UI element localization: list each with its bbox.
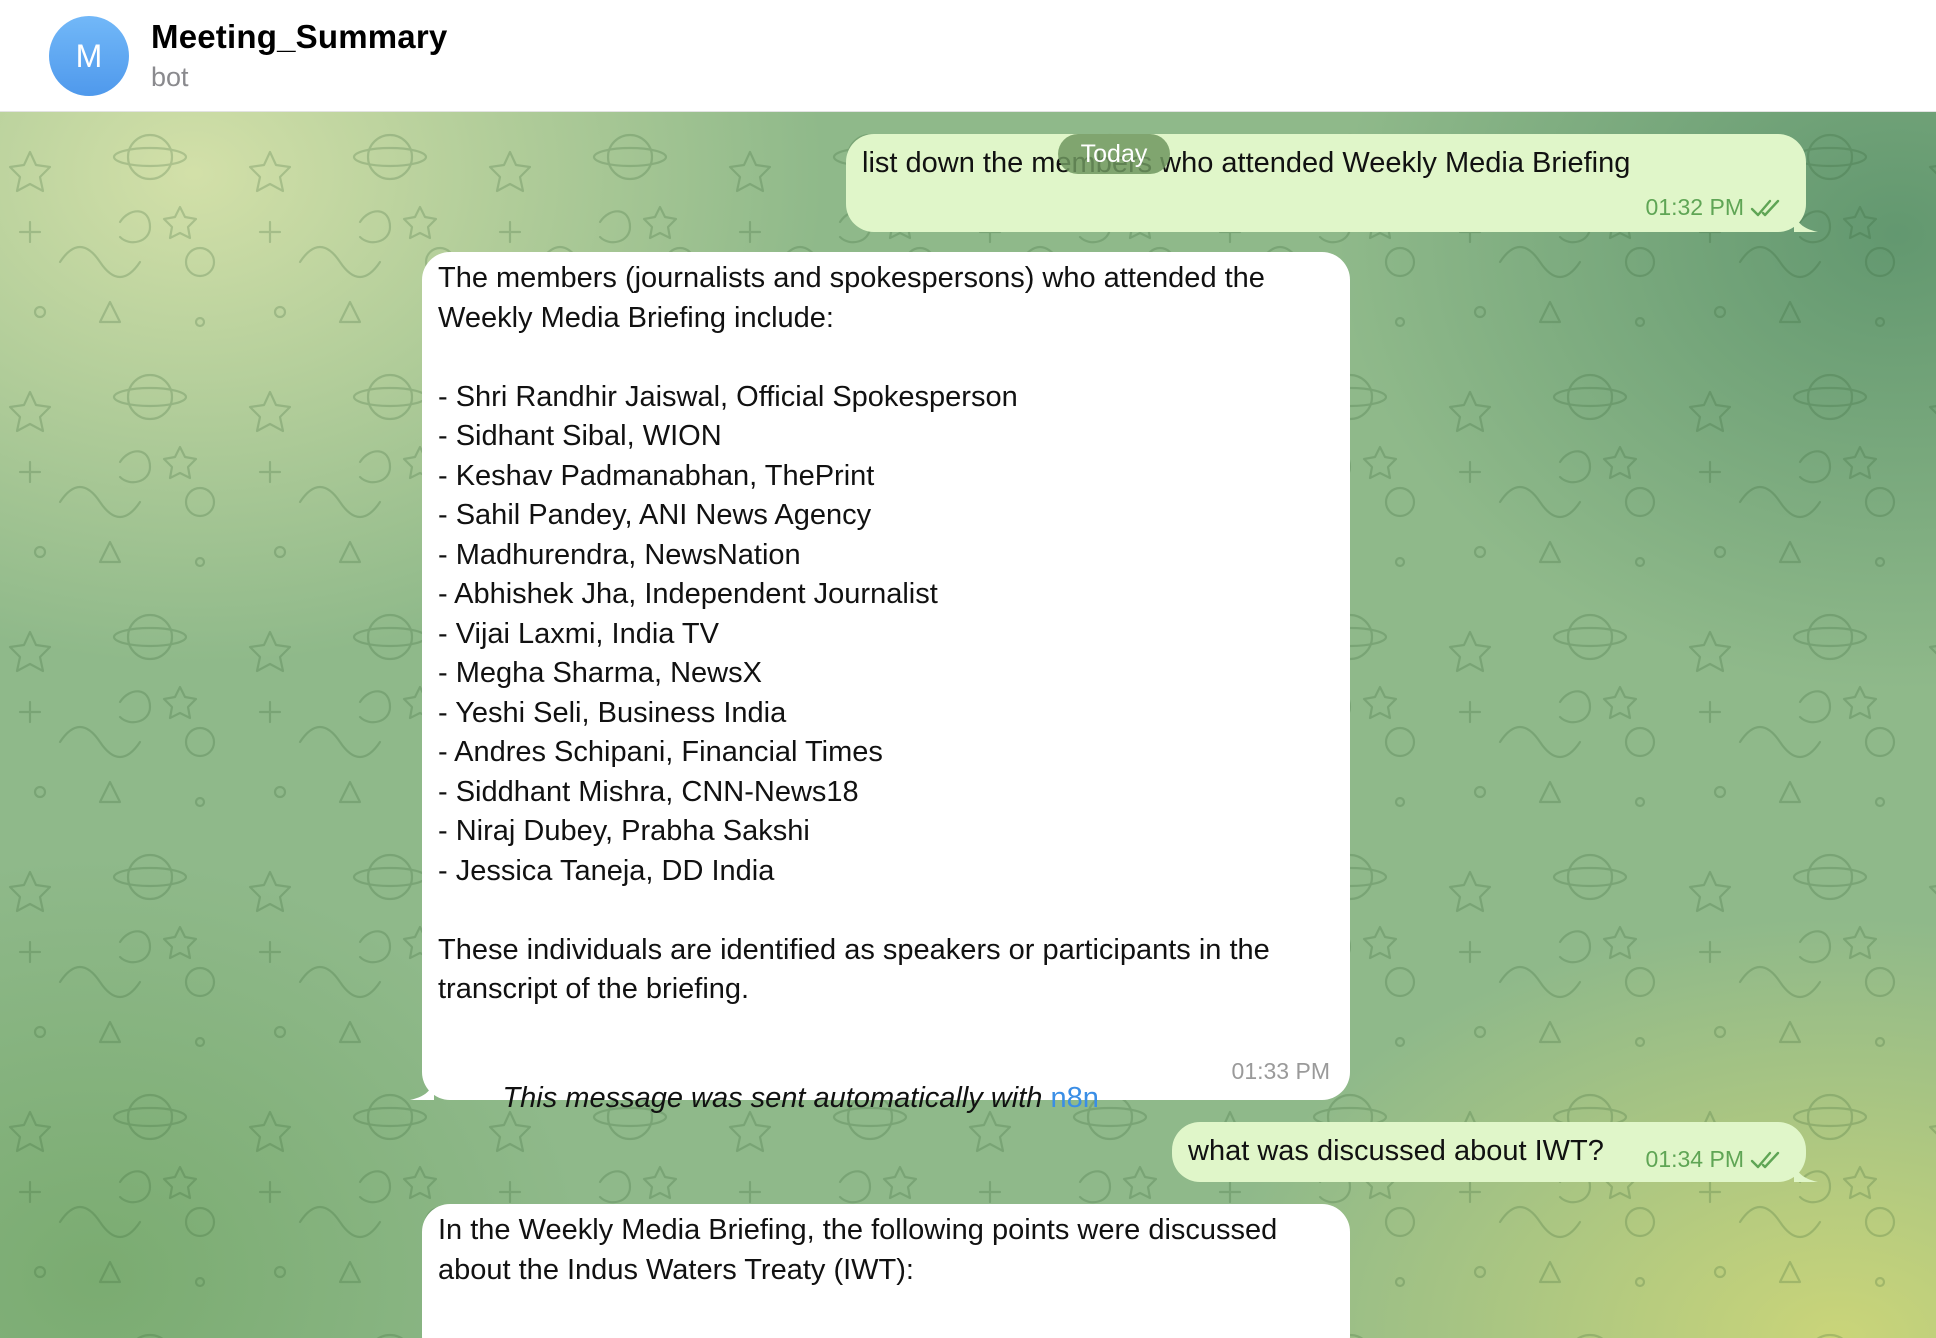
chat-subtitle: bot bbox=[151, 62, 189, 92]
message-time: 01:33 PM bbox=[1231, 1058, 1330, 1084]
bubble-tail bbox=[1794, 206, 1818, 232]
message-time: 01:34 PM bbox=[1646, 1146, 1784, 1173]
outgoing-message[interactable]: what was discussed about IWT? 01:34 PM bbox=[1172, 1122, 1818, 1182]
n8n-link[interactable]: n8n bbox=[1050, 1082, 1098, 1114]
chat-area[interactable]: list down the members who attended Weekl… bbox=[0, 112, 1936, 1338]
message-text: list down the members who attended Weekl… bbox=[862, 147, 1631, 179]
bubble-tail bbox=[1794, 1156, 1818, 1182]
outgoing-message[interactable]: list down the members who attended Weekl… bbox=[846, 134, 1818, 232]
message-footer: This message was sent automatically with… bbox=[438, 1039, 1098, 1158]
double-check-icon bbox=[1750, 199, 1780, 216]
message-text: In the Weekly Media Briefing, the follow… bbox=[438, 1214, 1278, 1286]
message-text: The members (journalists and spokesperso… bbox=[438, 262, 1270, 1005]
message-text: what was discussed about IWT? bbox=[1188, 1135, 1604, 1167]
double-check-icon bbox=[1750, 1151, 1780, 1168]
date-separator: Today bbox=[1058, 134, 1170, 174]
auto-sent-note: This message was sent automatically with bbox=[502, 1081, 1051, 1114]
message-time: 01:32 PM bbox=[1646, 194, 1784, 221]
chat-title[interactable]: Meeting_Summary bbox=[151, 18, 447, 56]
telegram-window: M Meeting_Summary bot list down the memb… bbox=[0, 0, 1936, 1338]
chat-header: M Meeting_Summary bot bbox=[0, 0, 1936, 112]
incoming-message[interactable]: The members (journalists and spokesperso… bbox=[410, 252, 1350, 1114]
incoming-message[interactable]: In the Weekly Media Briefing, the follow… bbox=[422, 1204, 1350, 1338]
avatar[interactable]: M bbox=[49, 16, 129, 96]
message-timestamp: 01:32 PM bbox=[1645, 194, 1744, 220]
bubble-tail bbox=[410, 1074, 434, 1100]
message-timestamp: 01:34 PM bbox=[1645, 1146, 1744, 1172]
